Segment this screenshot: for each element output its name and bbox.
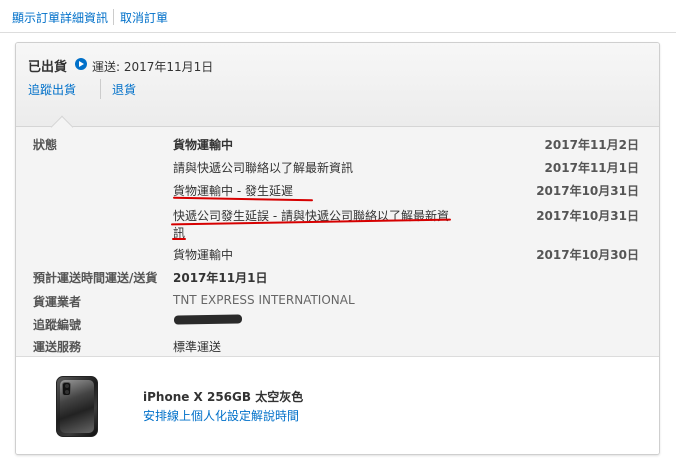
shipment-status-title: 已出貨 xyxy=(28,60,68,75)
annotation-underline xyxy=(172,238,186,240)
order-actions-bar: 顯示訂單詳細資訊 取消訂單 xyxy=(0,0,676,33)
return-link[interactable]: 退貨 xyxy=(112,81,136,98)
play-icon[interactable] xyxy=(75,58,87,70)
carrier-value: TNT EXPRESS INTERNATIONAL xyxy=(173,293,355,307)
eta-value: 2017年11月1日 xyxy=(173,271,268,285)
carrier-label: 貨運業者 xyxy=(33,295,82,309)
iphone-image xyxy=(56,376,98,437)
tracking-number-label: 追蹤編號 xyxy=(33,318,82,332)
tracking-event-date: 2017年10月31日 xyxy=(536,209,639,223)
ship-date: 運送: 2017年11月1日 xyxy=(92,60,214,74)
tracking-event: 貨物運輸中 xyxy=(173,248,234,262)
tracking-event: 請與快遞公司聯絡以了解最新資訊 xyxy=(173,161,354,175)
divider xyxy=(100,79,101,99)
shipment-card: 已出貨 運送: 2017年11月1日 追蹤出貨 退貨 狀態 貨物運輸中 2017… xyxy=(15,42,660,455)
tracking-event-date: 2017年10月31日 xyxy=(536,184,639,198)
tracking-event-date: 2017年11月1日 xyxy=(544,161,639,175)
shipping-service-label: 運送服務 xyxy=(33,340,82,354)
camera-icon xyxy=(62,382,71,396)
tracking-event: 貨物運輸中 xyxy=(173,138,234,152)
setup-session-link[interactable]: 安排線上個人化設定解說時間 xyxy=(143,407,299,424)
eta-label: 預計運送時間運送/送貨 xyxy=(33,271,158,285)
tracking-event-date: 2017年11月2日 xyxy=(544,138,639,152)
show-order-details-link[interactable]: 顯示訂單詳細資訊 xyxy=(12,9,108,26)
shipment-details: 狀態 貨物運輸中 2017年11月2日 請與快遞公司聯絡以了解最新資訊 2017… xyxy=(16,127,659,357)
shipping-service-value: 標準運送 xyxy=(173,340,222,354)
product-row: iPhone X 256GB 太空灰色 安排線上個人化設定解說時間 xyxy=(16,357,659,454)
track-shipment-link[interactable]: 追蹤出貨 xyxy=(28,81,76,98)
tracking-event-date: 2017年10月30日 xyxy=(536,248,639,262)
redacted-tracking-number xyxy=(173,314,243,325)
divider xyxy=(113,9,114,25)
shipment-header: 已出貨 運送: 2017年11月1日 追蹤出貨 退貨 xyxy=(16,43,659,127)
product-name: iPhone X 256GB 太空灰色 xyxy=(143,390,304,404)
status-label: 狀態 xyxy=(33,138,58,152)
cancel-order-link[interactable]: 取消訂單 xyxy=(120,9,168,26)
